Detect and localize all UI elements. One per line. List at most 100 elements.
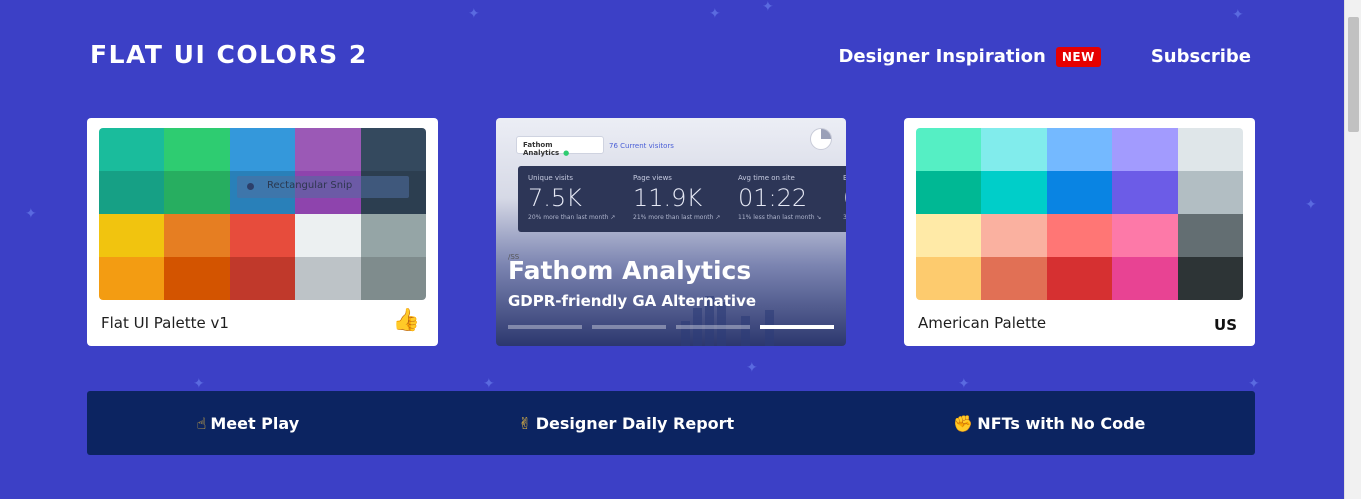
palette-card-flat-ui-v1[interactable]: Rectangular Snip Flat UI Palette v1 👍 xyxy=(87,118,438,346)
color-swatch[interactable] xyxy=(295,214,361,257)
ad-stat: Unique visits 7.5K 20% more than last mo… xyxy=(528,174,615,221)
color-swatch[interactable] xyxy=(360,257,426,300)
color-swatch[interactable] xyxy=(229,214,296,257)
color-swatch[interactable] xyxy=(1046,214,1113,257)
ad-stat-label: Unique visits xyxy=(528,174,573,182)
snip-overlay: Rectangular Snip xyxy=(237,176,409,198)
victory-hand-icon: ✌ xyxy=(518,413,532,433)
star-decoration: ✦ xyxy=(1305,197,1317,213)
palette-card-label: Flat UI Palette v1 xyxy=(101,314,229,332)
color-swatch[interactable] xyxy=(164,214,230,257)
live-dot-icon: ● xyxy=(563,149,570,157)
new-badge: NEW xyxy=(1055,46,1101,67)
carousel-indicator-active[interactable] xyxy=(760,325,834,329)
color-swatch[interactable] xyxy=(99,171,165,214)
star-decoration: ✦ xyxy=(193,376,205,392)
snip-overlay-label: Rectangular Snip xyxy=(267,180,353,191)
color-swatch[interactable] xyxy=(99,128,165,171)
ad-stat-value: 11.9K xyxy=(633,184,703,212)
star-decoration: ✦ xyxy=(468,6,480,22)
designer-inspiration-link[interactable]: Designer Inspiration NEW xyxy=(838,46,1101,67)
color-swatch[interactable] xyxy=(1177,257,1243,300)
color-swatch[interactable] xyxy=(1046,128,1113,171)
star-decoration: ✦ xyxy=(483,376,495,392)
ad-brand-text: Fathom Analytics xyxy=(523,141,560,157)
color-swatch[interactable] xyxy=(164,128,230,171)
star-decoration: ✦ xyxy=(746,360,758,376)
color-swatch[interactable] xyxy=(360,128,426,171)
color-swatch[interactable] xyxy=(99,257,165,300)
fathom-ad-card[interactable]: Fathom Analytics ● 76 Current visitors Un… xyxy=(496,118,846,346)
ad-stat-note: 20% more than last month ↗ xyxy=(528,214,616,221)
color-swatch[interactable] xyxy=(981,257,1047,300)
color-swatch[interactable] xyxy=(164,171,230,214)
thumbs-up-icon: 👍 xyxy=(392,308,420,333)
ad-stat-note: 11% less than last month ↘ xyxy=(738,214,822,221)
ad-stat: Avg time on site 01:22 11% less than las… xyxy=(738,174,821,221)
ad-stat-note: 21% more than last month ↗ xyxy=(633,214,721,221)
ad-brand-pill: Fathom Analytics ● xyxy=(516,136,604,157)
color-swatch[interactable] xyxy=(295,257,361,300)
carousel-indicator[interactable] xyxy=(592,325,666,329)
vertical-scrollbar[interactable] xyxy=(1344,0,1361,499)
carousel-indicator[interactable] xyxy=(508,325,582,329)
ad-stat-value: 01:22 xyxy=(738,184,808,212)
ad-stat-value: 7.5K xyxy=(528,184,582,212)
country-flag: US xyxy=(1214,316,1237,334)
ad-stat-value: 6 xyxy=(843,184,846,212)
designer-daily-report-link[interactable]: ✌ Designer Daily Report xyxy=(518,414,734,433)
palette-card-label: American Palette xyxy=(918,314,1047,332)
ad-stat: Page views 11.9K 21% more than last mont… xyxy=(633,174,720,221)
nfts-no-code-link[interactable]: ✊ NFTs with No Code xyxy=(953,414,1145,433)
scrollbar-thumb[interactable] xyxy=(1348,17,1359,132)
color-swatch[interactable] xyxy=(981,214,1047,257)
color-swatch[interactable] xyxy=(360,214,426,257)
ad-carousel-indicators xyxy=(508,325,844,329)
color-swatch[interactable] xyxy=(295,128,361,171)
ad-stat: B 6 3 xyxy=(843,174,846,221)
pie-chart-icon xyxy=(810,128,832,150)
color-swatch[interactable] xyxy=(229,257,296,300)
color-swatch[interactable] xyxy=(1177,214,1243,257)
color-swatch[interactable] xyxy=(1046,171,1113,214)
ad-stat-label: Avg time on site xyxy=(738,174,795,182)
color-swatch[interactable] xyxy=(916,214,982,257)
site-logo[interactable]: FLAT UI COLORS 2 xyxy=(90,40,368,69)
star-decoration: ✦ xyxy=(958,376,970,392)
color-swatch[interactable] xyxy=(981,171,1047,214)
ad-stats-panel: Unique visits 7.5K 20% more than last mo… xyxy=(518,166,846,232)
color-swatch[interactable] xyxy=(916,171,982,214)
palette-swatches xyxy=(916,128,1243,300)
color-swatch[interactable] xyxy=(916,128,982,171)
color-swatch[interactable] xyxy=(1177,128,1243,171)
meet-play-label: Meet Play xyxy=(210,413,300,433)
color-swatch[interactable] xyxy=(1112,128,1178,171)
ad-subtitle: GDPR-friendly GA Alternative xyxy=(508,292,757,310)
palette-card-american[interactable]: American Palette US xyxy=(904,118,1255,346)
subscribe-link[interactable]: Subscribe xyxy=(1151,46,1251,67)
color-swatch[interactable] xyxy=(1177,171,1243,214)
ad-bar xyxy=(741,316,750,346)
top-nav: Designer Inspiration NEW Subscribe xyxy=(838,46,1251,67)
color-swatch[interactable] xyxy=(916,257,982,300)
pointing-up-icon: ☝ xyxy=(196,413,207,433)
designer-daily-report-label: Designer Daily Report xyxy=(535,413,735,433)
color-swatch[interactable] xyxy=(1112,257,1178,300)
color-swatch[interactable] xyxy=(1046,257,1113,300)
ad-stat-label: B xyxy=(843,174,846,182)
color-swatch[interactable] xyxy=(99,214,165,257)
carousel-indicator[interactable] xyxy=(676,325,750,329)
promo-links-bar: ☝ Meet Play ✌ Designer Daily Report ✊ NF… xyxy=(87,391,1255,455)
ad-visitors: 76 Current visitors xyxy=(609,142,674,150)
color-swatch[interactable] xyxy=(164,257,230,300)
color-swatch[interactable] xyxy=(1112,214,1178,257)
meet-play-link[interactable]: ☝ Meet Play xyxy=(197,414,300,433)
ad-stat-label: Page views xyxy=(633,174,672,182)
palette-swatches xyxy=(99,128,426,300)
star-decoration: ✦ xyxy=(709,6,721,22)
color-swatch[interactable] xyxy=(981,128,1047,171)
color-swatch[interactable] xyxy=(229,128,296,171)
snip-icon xyxy=(247,183,254,190)
color-swatch[interactable] xyxy=(1112,171,1178,214)
star-decoration: ✦ xyxy=(1248,376,1260,392)
